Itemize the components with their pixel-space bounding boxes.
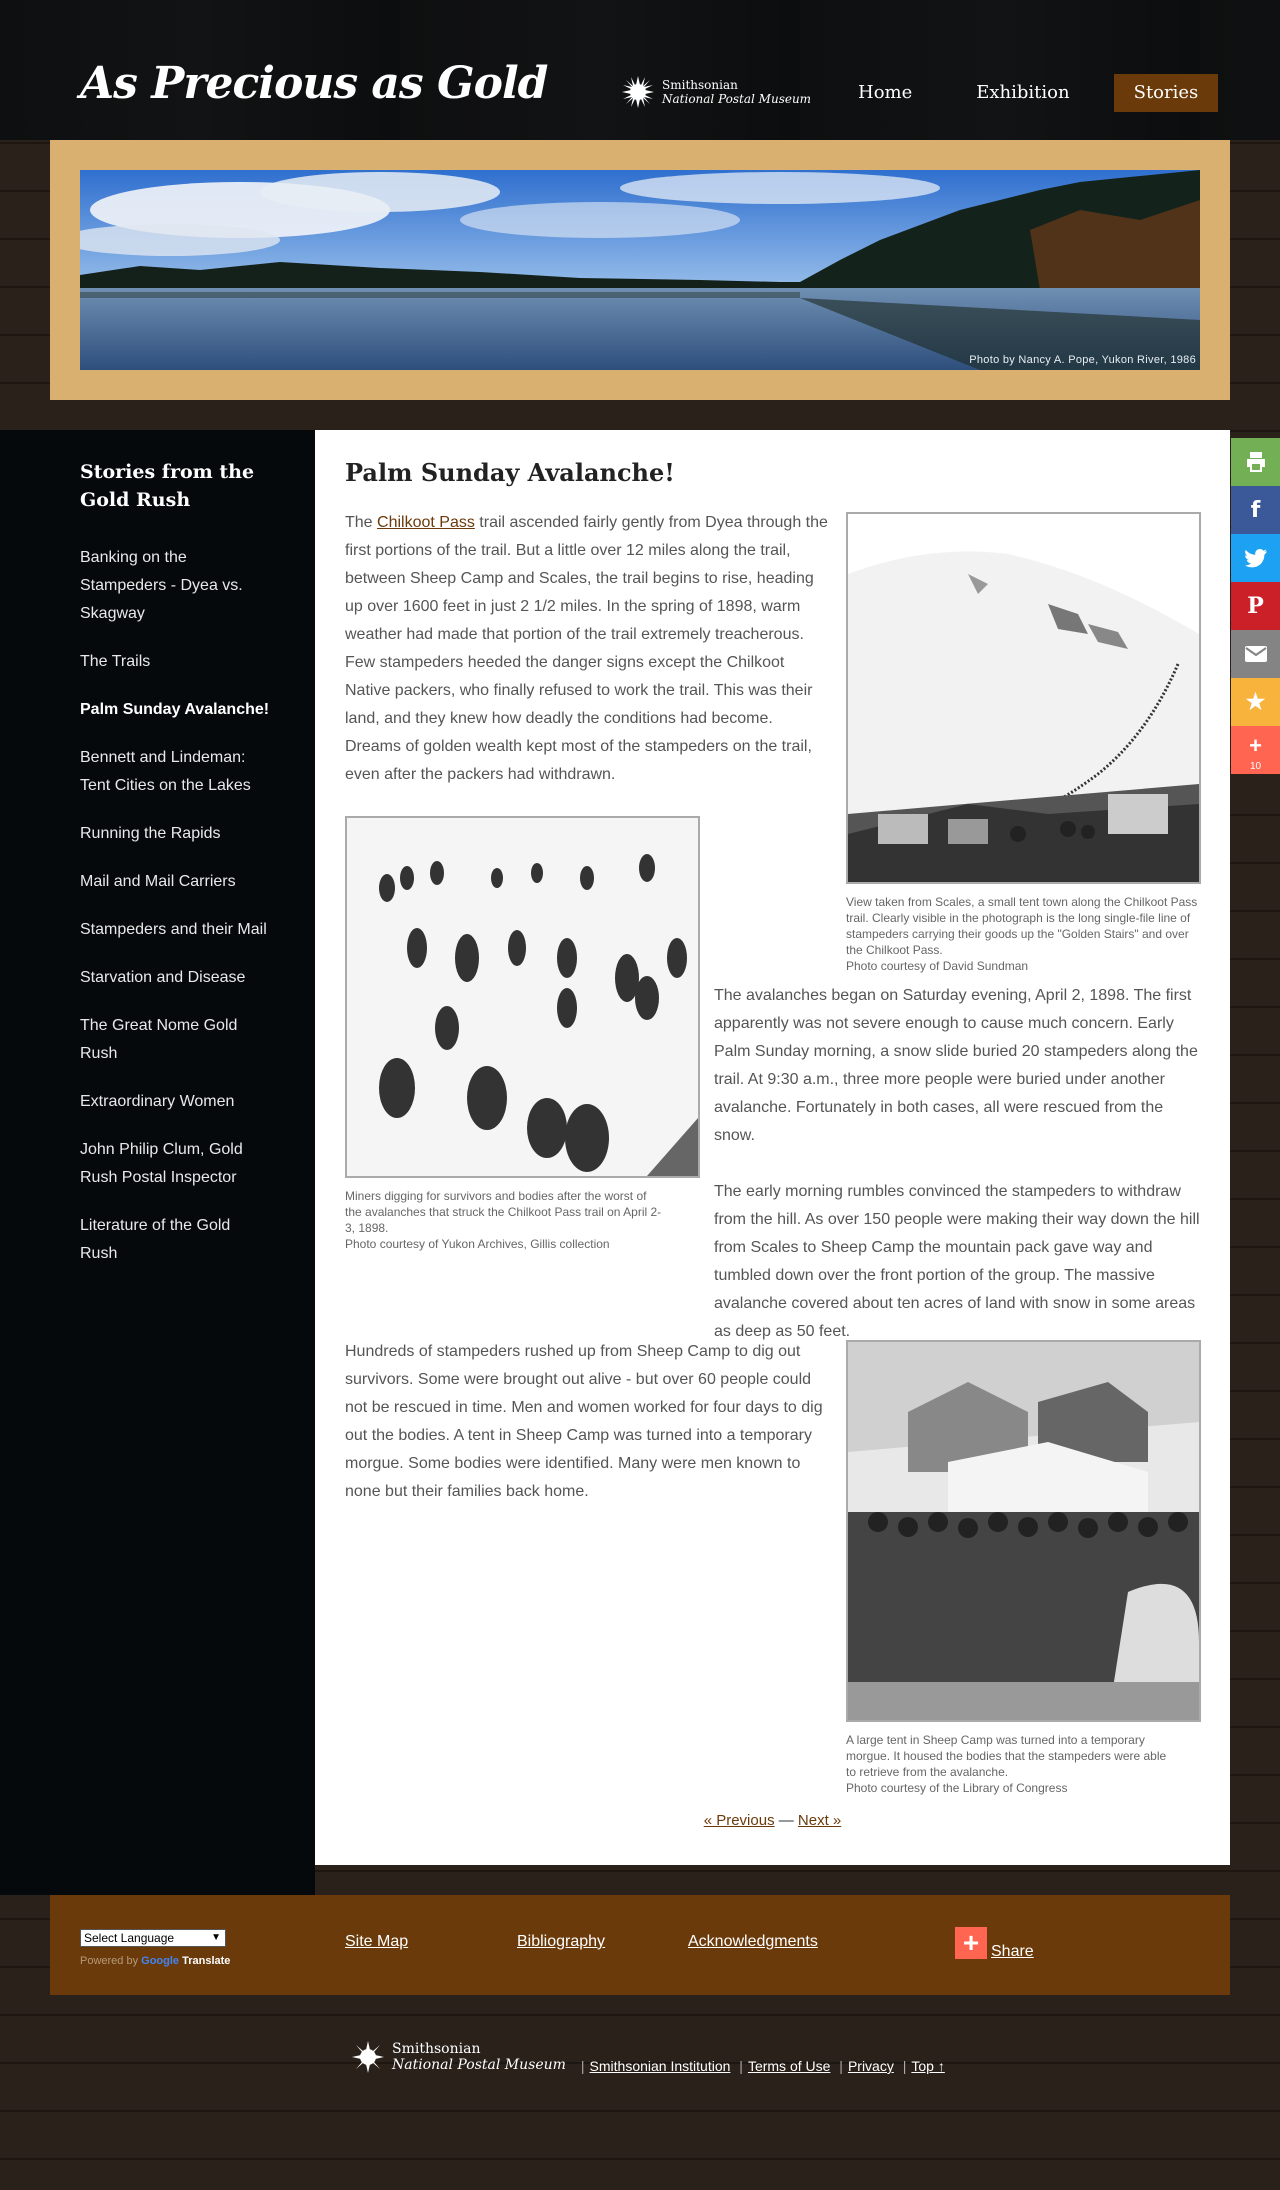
sun-logo-icon: [352, 2041, 384, 2073]
caption-morgue-text: A large tent in Sheep Camp was turned in…: [846, 1733, 1167, 1779]
twitter-icon: [1244, 549, 1267, 568]
sidebar-item-starvation[interactable]: Starvation and Disease: [80, 964, 270, 992]
share-sidebar: f P ★ + 10: [1231, 438, 1280, 774]
plus-icon: +: [955, 1927, 987, 1959]
share-count: 10: [1249, 761, 1262, 772]
hero-photo-credit: Photo by Nancy A. Pope, Yukon River, 198…: [969, 354, 1196, 366]
photo-miners: [345, 816, 700, 1178]
bottom-logo-line-2: National Postal Museum: [392, 2057, 566, 2073]
print-button[interactable]: [1231, 438, 1280, 486]
paragraph-3: The early morning rumbles convinced the …: [714, 1183, 1200, 1340]
print-icon: [1246, 452, 1265, 472]
acknowledgments-link[interactable]: Acknowledgments: [688, 1933, 818, 1951]
caption-miners: Miners digging for survivors and bodies …: [345, 1188, 665, 1252]
powered-by-google: Powered by Google Translate: [80, 1955, 230, 1967]
sidebar-list: Banking on the Stampeders - Dyea vs. Ska…: [80, 544, 270, 1288]
bottom-links: | Smithsonian Institution | Terms of Use |…: [580, 2058, 945, 2074]
smithsonian-logo[interactable]: Smithsonian National Postal Museum: [622, 76, 811, 108]
caption-morgue-credit: Photo courtesy of the Library of Congres…: [846, 1781, 1068, 1795]
powered-by-text: Powered by: [80, 1955, 139, 1967]
more-share-button[interactable]: + 10: [1231, 726, 1280, 774]
previous-link[interactable]: « Previous: [704, 1812, 775, 1829]
star-icon: ★: [1245, 689, 1266, 714]
main-nav: Home Exhibition Stories: [838, 74, 1219, 112]
sidebar-item-clum[interactable]: John Philip Clum, Gold Rush Postal Inspe…: [80, 1136, 270, 1192]
sidebar-item-stampeders-mail[interactable]: Stampeders and their Mail: [80, 916, 270, 944]
bibliography-link[interactable]: Bibliography: [517, 1933, 605, 1951]
twitter-button[interactable]: [1231, 534, 1280, 582]
hero-image: Photo by Nancy A. Pope, Yukon River, 198…: [80, 170, 1200, 370]
caption-miners-credit: Photo courtesy of Yukon Archives, Gillis…: [345, 1237, 610, 1251]
pinterest-icon: P: [1247, 593, 1264, 619]
language-select-value: Select Language: [84, 1931, 175, 1945]
sidebar-title: Stories from the Gold Rush: [80, 461, 255, 511]
sidebar-item-nome[interactable]: The Great Nome Gold Rush: [80, 1012, 270, 1068]
smithsonian-link[interactable]: Smithsonian Institution: [590, 2058, 731, 2074]
sun-logo-icon: [622, 76, 654, 108]
caption-scales-credit: Photo courtesy of David Sundman: [846, 959, 1029, 973]
google-logo: Google: [141, 1955, 180, 1967]
article: Palm Sunday Avalanche! The Chilkoot Pass…: [315, 430, 1230, 1865]
paragraph-3-start: The early morning rumbles convinced the …: [714, 1178, 1204, 1346]
pinterest-button[interactable]: P: [1231, 582, 1280, 630]
p1-text-end: trail ascended fairly gently from Dyea t…: [345, 514, 828, 783]
nav-home[interactable]: Home: [838, 74, 932, 112]
facebook-button[interactable]: f: [1231, 486, 1280, 534]
language-select[interactable]: Select Language ▼: [80, 1929, 226, 1947]
pager-separator: —: [774, 1812, 798, 1829]
favorite-button[interactable]: ★: [1231, 678, 1280, 726]
translate-link[interactable]: Translate: [182, 1955, 230, 1967]
photo-scales: [846, 512, 1201, 884]
site-map-link[interactable]: Site Map: [345, 1933, 408, 1951]
share-button[interactable]: + Share: [955, 1925, 1034, 1961]
photo-morgue: [846, 1340, 1201, 1722]
caption-miners-text: Miners digging for survivors and bodies …: [345, 1189, 662, 1235]
logo-line-1: Smithsonian: [662, 78, 738, 92]
sidebar-item-literature[interactable]: Literature of the Gold Rush: [80, 1212, 270, 1268]
figure-morgue: A large tent in Sheep Camp was turned in…: [846, 1340, 1201, 1796]
paragraph-2: The avalanches began on Saturday evening…: [714, 987, 1198, 1144]
footer: Select Language ▼ Powered by Google Tran…: [50, 1895, 1230, 1995]
nav-stories[interactable]: Stories: [1113, 74, 1219, 112]
share-label: Share: [991, 1943, 1034, 1960]
privacy-link[interactable]: Privacy: [848, 2058, 894, 2074]
bottom-logo-line-1: Smithsonian: [392, 2041, 481, 2057]
figure-miners: Miners digging for survivors and bodies …: [345, 816, 700, 1252]
site-title[interactable]: As Precious as Gold: [80, 58, 548, 109]
nav-exhibition[interactable]: Exhibition: [956, 74, 1089, 112]
email-icon: [1244, 646, 1267, 662]
caption-scales-text: View taken from Scales, a small tent tow…: [846, 895, 1198, 957]
paragraph-1: The Chilkoot Pass trail ascended fairly …: [345, 509, 830, 789]
terms-link[interactable]: Terms of Use: [748, 2058, 830, 2074]
logo-line-2: National Postal Museum: [662, 92, 812, 106]
hero-frame: Photo by Nancy A. Pope, Yukon River, 198…: [50, 140, 1230, 400]
bottom-logo-text[interactable]: Smithsonian National Postal Museum: [392, 2041, 566, 2073]
sidebar-item-rapids[interactable]: Running the Rapids: [80, 820, 270, 848]
sidebar-item-mail-carriers[interactable]: Mail and Mail Carriers: [80, 868, 270, 896]
sidebar-item-palm-sunday[interactable]: Palm Sunday Avalanche!: [80, 696, 270, 724]
chilkoot-pass-link[interactable]: Chilkoot Pass: [377, 514, 475, 531]
next-link[interactable]: Next »: [798, 1812, 841, 1829]
sidebar-item-trails[interactable]: The Trails: [80, 648, 270, 676]
p1-text-start: The: [345, 514, 378, 531]
sidebar-item-bennett[interactable]: Bennett and Lindeman: Tent Cities on the…: [80, 744, 270, 800]
sidebar-item-women[interactable]: Extraordinary Women: [80, 1088, 270, 1116]
facebook-icon: f: [1250, 497, 1261, 523]
pager: « Previous — Next »: [315, 1812, 1230, 1829]
chevron-down-icon: ▼: [211, 1932, 221, 1943]
sidebar-item-banking[interactable]: Banking on the Stampeders - Dyea vs. Ska…: [80, 544, 270, 628]
bottom-bar: Smithsonian National Postal Museum | Smit…: [352, 2040, 945, 2074]
figure-scales: View taken from Scales, a small tent tow…: [846, 512, 1201, 974]
paragraph-4: Hundreds of stampeders rushed up from Sh…: [345, 1343, 823, 1500]
caption-morgue: A large tent in Sheep Camp was turned in…: [846, 1732, 1176, 1796]
plus-icon: +: [1249, 733, 1262, 758]
top-link[interactable]: Top ↑: [911, 2058, 944, 2074]
page-title: Palm Sunday Avalanche!: [345, 458, 675, 487]
caption-scales: View taken from Scales, a small tent tow…: [846, 894, 1201, 974]
email-button[interactable]: [1231, 630, 1280, 678]
